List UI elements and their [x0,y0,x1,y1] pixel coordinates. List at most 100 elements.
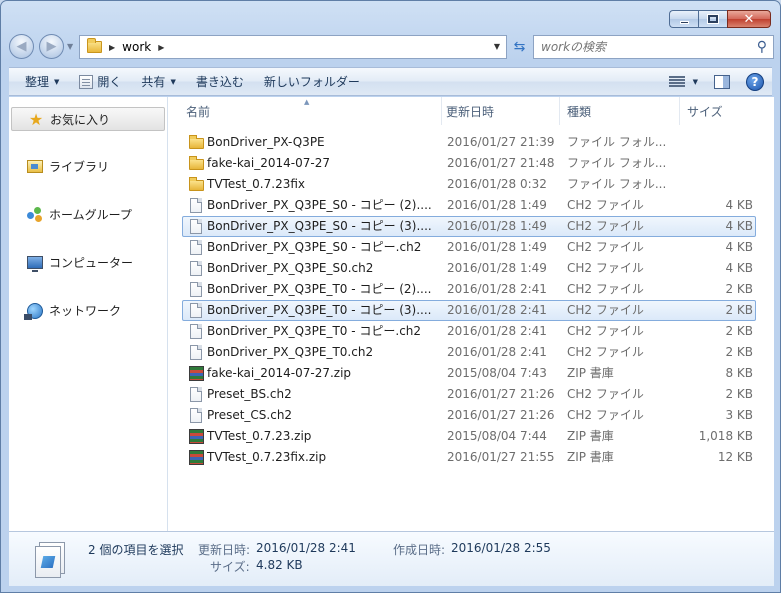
view-dropdown-icon[interactable]: ▼ [693,78,698,86]
close-button[interactable]: ✕ [727,10,771,28]
file-size: 4 KB [725,198,753,212]
file-size: 2 KB [725,387,753,401]
nav-item-favorites[interactable]: ★ お気に入り [11,107,165,131]
organize-label: 整理 [25,75,50,89]
explorer-window: ✕ ◀ ▶ ▼ ▶ work ▶ ▼ ⇆ ⚲ 整理 ▼ 開く 共有 ▼ 書き込む [0,0,781,593]
refresh-icon: ⇆ [513,39,526,55]
open-label: 開く [97,75,122,89]
nav-label: コンピューター [49,256,134,270]
folder-icon [87,38,102,53]
file-type: CH2 ファイル [567,345,644,359]
table-row[interactable]: BonDriver_PX_Q3PE_T0 - コピー (2).... 2016/0… [168,279,774,300]
file-size: 3 KB [725,408,753,422]
table-row[interactable]: BonDriver_PX_Q3PE_S0 - コピー (3).... 2016/0… [182,216,756,237]
search-box[interactable]: ⚲ [533,35,774,59]
column-type[interactable]: 種類 [559,97,680,125]
back-button[interactable]: ◀ [9,34,34,59]
file-name: BonDriver_PX_Q3PE_T0 - コピー.ch2 [207,324,422,338]
breadcrumb-arrow-icon[interactable]: ▶ [158,43,164,52]
file-size: 2 KB [725,324,753,338]
refresh-button[interactable]: ⇆ [507,35,532,59]
breadcrumb-work[interactable]: work [122,40,151,54]
address-dropdown-icon[interactable]: ▼ [494,42,500,51]
column-size[interactable]: サイズ [679,97,774,125]
search-input[interactable] [541,40,741,54]
file-name: BonDriver_PX_Q3PE_T0.ch2 [207,345,374,359]
nav-item-network[interactable]: ネットワーク [24,302,122,320]
command-bar-right: ▼ ? [668,68,772,95]
burn-button[interactable]: 書き込む [186,68,254,95]
search-icon[interactable]: ⚲ [757,39,767,55]
nav-item-homegroup[interactable]: ホームグループ [27,206,132,223]
burn-label: 書き込む [195,75,244,89]
open-button[interactable]: 開く [69,68,131,95]
breadcrumb-arrow-icon[interactable]: ▶ [109,43,115,52]
table-row[interactable]: BonDriver_PX_Q3PE_T0 - コピー.ch2 2016/01/28… [168,321,774,342]
modified-label: 更新日時: [198,543,251,557]
file-name: TVTest_0.7.23fix.zip [207,450,327,464]
organize-button[interactable]: 整理 ▼ [9,68,69,95]
file-icon [190,408,202,423]
share-button[interactable]: 共有 ▼ [131,68,185,95]
file-type: CH2 ファイル [567,261,644,275]
file-name: BonDriver_PX_Q3PE_S0 - コピー (3).... [207,219,432,233]
table-row[interactable]: Preset_BS.ch2 2016/01/27 21:26 CH2 ファイル 2 K… [168,384,774,405]
file-date: 2016/01/28 1:49 [447,240,547,254]
minimize-icon [679,20,689,24]
table-row[interactable]: TVTest_0.7.23fix.zip 2016/01/27 21:55 ZIP … [168,447,774,468]
address-bar[interactable]: ▶ work ▶ ▼ [79,35,507,59]
file-type: CH2 ファイル [567,324,644,338]
table-row[interactable]: fake-kai_2014-07-27 2016/01/27 21:48 ファイル … [168,153,774,174]
recent-pages-dropdown[interactable]: ▼ [67,42,73,51]
forward-button[interactable]: ▶ [39,34,64,59]
table-row[interactable]: BonDriver_PX_Q3PE_S0 - コピー.ch2 2016/01/28… [168,237,774,258]
file-size: 2 KB [725,345,753,359]
table-row[interactable]: BonDriver_PX_Q3PE_S0 - コピー (2).... 2016/0… [168,195,774,216]
new-folder-label: 新しいフォルダー [263,75,360,89]
nav-label: ネットワーク [49,304,122,318]
zip-archive-icon [189,429,204,444]
new-folder-button[interactable]: 新しいフォルダー [254,68,370,95]
table-row[interactable]: BonDriver_PX_Q3PE_T0.ch2 2016/01/28 2:41 C… [168,342,774,363]
view-options-icon[interactable] [668,75,685,89]
maximize-icon [707,14,719,24]
created-value: 2016/01/28 2:55 [451,541,551,555]
file-size: 8 KB [725,366,753,380]
column-name[interactable]: 名前 [178,97,442,125]
help-icon[interactable]: ? [746,72,764,91]
nav-item-libraries[interactable]: ライブラリ [27,158,109,175]
file-size [687,174,753,195]
document-icon [79,74,94,89]
file-size [687,153,753,174]
file-date: 2016/01/27 21:55 [447,450,555,464]
file-date: 2016/01/28 1:49 [447,198,547,212]
table-row[interactable]: BonDriver_PX-Q3PE 2016/01/27 21:39 ファイル フォ… [168,132,774,153]
file-name: TVTest_0.7.23.zip [207,429,312,443]
table-row[interactable]: TVTest_0.7.23fix 2016/01/28 0:32 ファイル フォル.… [168,174,774,195]
file-size: 4 KB [725,261,753,275]
table-row[interactable]: TVTest_0.7.23.zip 2015/08/04 7:44 ZIP 書庫 1,… [168,426,774,447]
column-date[interactable]: 更新日時 [438,97,560,125]
nav-item-computer[interactable]: コンピューター [27,254,134,272]
size-value: 4.82 KB [256,558,303,572]
forward-arrow-icon: ▶ [46,39,57,54]
file-list: ▲ 名前 更新日時 種類 サイズ BonDriver_PX-Q3PE 2016/0… [168,97,774,531]
created-label: 作成日時: [393,543,446,557]
table-row[interactable]: BonDriver_PX_Q3PE_T0 - コピー (3).... 2016/0… [182,300,756,321]
file-date: 2016/01/28 2:41 [447,282,547,296]
table-row[interactable]: fake-kai_2014-07-27.zip 2015/08/04 7:43 ZI… [168,363,774,384]
maximize-button[interactable] [698,10,727,28]
file-date: 2016/01/28 2:41 [447,324,547,338]
file-date: 2016/01/27 21:48 [447,156,555,170]
file-size: 2 KB [725,282,753,296]
table-row[interactable]: Preset_CS.ch2 2016/01/27 21:26 CH2 ファイル 3 K… [168,405,774,426]
file-date: 2015/08/04 7:44 [447,429,547,443]
table-row[interactable]: BonDriver_PX_Q3PE_S0.ch2 2016/01/28 1:49 C… [168,258,774,279]
navigation-row: ◀ ▶ ▼ ▶ work ▶ ▼ ⇆ ⚲ [9,34,774,60]
file-date: 2016/01/28 0:32 [447,177,547,191]
star-icon: ★ [28,109,44,129]
file-size: 4 KB [725,240,753,254]
preview-pane-icon[interactable] [714,74,730,89]
minimize-button[interactable] [669,10,698,28]
multiple-files-icon [35,542,65,578]
